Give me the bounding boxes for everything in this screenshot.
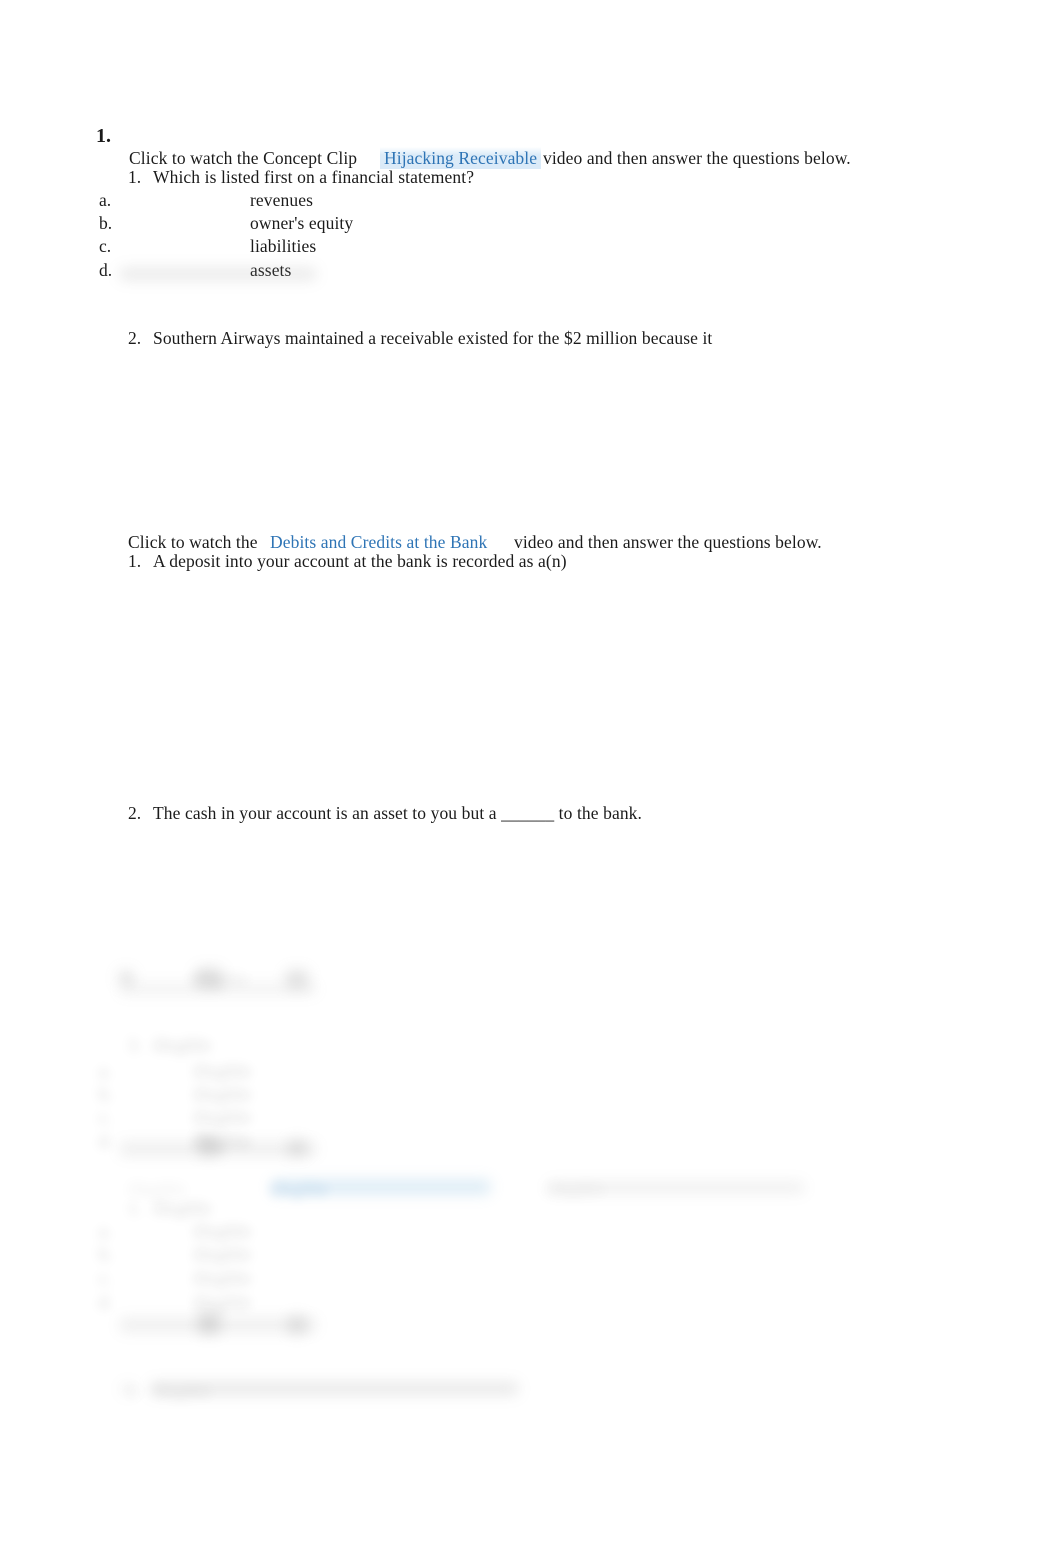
document-page: 1. Click to watch the Concept Clip Hijac… <box>0 0 1062 1561</box>
obscured-question-c-block: 2. illegible <box>0 0 1062 1561</box>
obscured-smudge-m <box>122 1384 134 1394</box>
obscured-smudge-l <box>150 1382 518 1395</box>
